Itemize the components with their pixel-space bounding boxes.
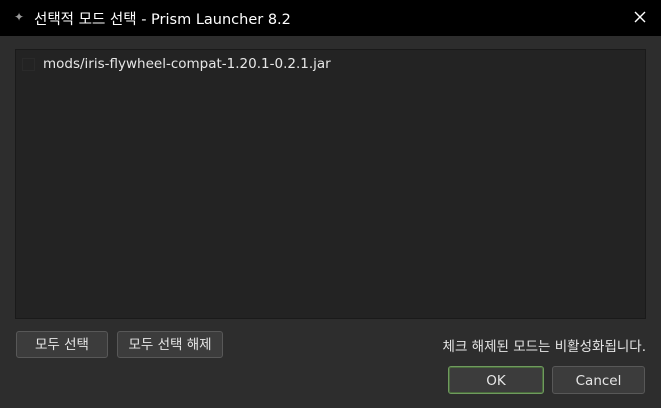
deselect-all-button[interactable]: 모두 선택 해제 <box>117 331 223 358</box>
list-item[interactable]: mods/iris-flywheel-compat-1.20.1-0.2.1.j… <box>22 54 331 74</box>
close-icon <box>634 11 646 23</box>
title-bar[interactable]: ✦ 선택적 모드 선택 - Prism Launcher 8.2 <box>0 0 661 36</box>
mod-checkbox[interactable] <box>22 57 35 71</box>
close-button[interactable] <box>627 6 653 30</box>
ok-button[interactable]: OK <box>448 366 544 394</box>
mod-list[interactable]: mods/iris-flywheel-compat-1.20.1-0.2.1.j… <box>15 49 646 319</box>
hint-text: 체크 해제된 모드는 비활성화됩니다. <box>442 339 646 355</box>
cancel-button[interactable]: Cancel <box>552 366 645 394</box>
prism-launcher-icon: ✦ <box>13 10 25 24</box>
window-title: 선택적 모드 선택 - Prism Launcher 8.2 <box>34 12 291 28</box>
select-all-button[interactable]: 모두 선택 <box>16 331 108 358</box>
mod-file-name: mods/iris-flywheel-compat-1.20.1-0.2.1.j… <box>43 56 331 72</box>
